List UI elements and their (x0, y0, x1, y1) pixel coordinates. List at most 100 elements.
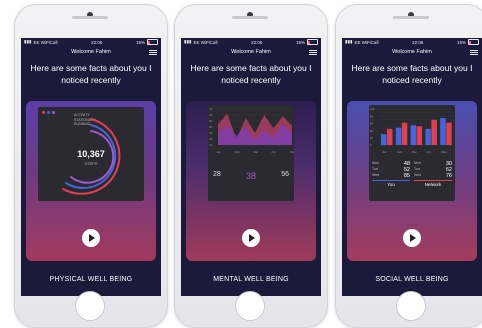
you-column: Mon 48 Tue 52 Wed 85 You (372, 161, 410, 187)
x-tick-label: Apr (426, 150, 431, 154)
phone-social: ▮▮▮ EE WiFiCall 22:06 15% Welcome Fahim H… (335, 4, 482, 328)
mood-panel: 70 60 50 40 30 20 10Jan Feb Mar Apr May 28 38 56 (208, 105, 294, 201)
you-label: You (387, 182, 395, 187)
status-bar: ▮▮▮ EE WiFiCall 22:06 15% (181, 38, 321, 46)
screen: ▮▮▮ EE WiFiCall 22:06 15% Welcome Fahim H… (181, 38, 321, 296)
section-title: SOCIAL WELL BEING (375, 276, 449, 283)
clock: 22:06 (91, 39, 103, 45)
battery-icon (467, 39, 479, 45)
y-tick-label: 60 (370, 122, 374, 126)
play-button[interactable] (82, 229, 100, 247)
y-tick-label: 100 (370, 107, 375, 111)
network-day: Wed (414, 173, 422, 177)
steps-panel: ACTIVITY STATIONARY RUNNING 10,367 STEPS (38, 107, 144, 201)
network-value: 76 (445, 173, 452, 179)
x-tick-label: Feb (235, 150, 241, 154)
network-column: Mon 30 Tue 62 Wed 76 Network (414, 161, 452, 187)
menu-icon[interactable] (470, 48, 478, 56)
status-bar: ▮▮▮ EE WiFiCall 22:06 15% (21, 38, 161, 46)
screen: ▮▮▮ EE WiFiCall 22:06 15% Welcome Fahim H… (21, 38, 161, 296)
x-tick-label: Jan (382, 150, 387, 154)
steps-unit: STEPS (84, 161, 98, 166)
y-tick-label: 0 (370, 143, 372, 147)
battery-percent: 15% (295, 39, 305, 45)
fact-card: 100 80 60 40 20 0 Jan Feb Mar Apr May Mon 48 Tue 52 … (347, 101, 477, 261)
bar (425, 128, 431, 145)
home-button[interactable] (235, 291, 265, 321)
bar (440, 118, 446, 145)
x-tick-label: Apr (272, 150, 277, 154)
x-tick-label: Jan (216, 150, 221, 154)
score-mid: 38 (245, 171, 256, 181)
section-title: PHYSICAL WELL BEING (49, 276, 133, 283)
network-label: Network (424, 182, 442, 187)
signal-icon: ▮▮▮ (345, 39, 353, 44)
signal-icon: ▮▮▮ (24, 39, 32, 44)
speaker (72, 16, 108, 19)
header: Welcome Fahim (21, 46, 161, 58)
x-tick-label: Mar (412, 150, 417, 154)
carrier: EE WiFiCall (33, 39, 58, 45)
y-tick-label: 60 (209, 113, 213, 117)
phone-physical: ▮▮▮ EE WiFiCall 22:06 15% Welcome Fahim H… (14, 4, 168, 328)
x-tick-label: Mar (253, 150, 258, 154)
speaker (393, 16, 429, 19)
steps-value: 10,367 (77, 149, 105, 159)
bar (416, 126, 423, 145)
play-button[interactable] (242, 229, 260, 247)
mood-area-chart: 70 60 50 40 30 20 10Jan Feb Mar Apr May (209, 107, 294, 154)
speaker (232, 16, 268, 19)
header-title: Welcome Fahim (231, 49, 271, 55)
battery-percent: 15% (456, 39, 466, 45)
header: Welcome Fahim (181, 46, 321, 58)
fact-card: ACTIVITY STATIONARY RUNNING 10,367 STEPS (26, 101, 156, 261)
header: Welcome Fahim (342, 46, 482, 58)
signal-icon: ▮▮▮ (184, 39, 192, 44)
score-low: 28 (213, 171, 221, 178)
clock: 22:06 (412, 39, 424, 45)
you-row: Wed 85 (372, 173, 410, 179)
y-tick-label: 40 (370, 129, 374, 133)
y-tick-label: 40 (209, 125, 213, 129)
clock: 22:06 (251, 39, 263, 45)
fact-card: 70 60 50 40 30 20 10Jan Feb Mar Apr May 28 38 56 (186, 101, 316, 261)
y-tick-label: 50 (209, 119, 213, 123)
you-value: 85 (403, 173, 410, 179)
social-panel: 100 80 60 40 20 0 Jan Feb Mar Apr May Mon 48 Tue 52 … (369, 105, 455, 201)
you-underline (372, 180, 410, 181)
bar (381, 134, 387, 145)
bar (401, 122, 408, 145)
y-tick-label: 80 (370, 114, 374, 118)
headline: Here are some facts about you I noticed … (30, 63, 152, 85)
network-underline (414, 180, 452, 181)
headline: Here are some facts about you I noticed … (190, 63, 312, 85)
x-tick-label: May (290, 150, 294, 154)
menu-icon[interactable] (309, 48, 317, 56)
y-tick-label: 10 (209, 143, 213, 147)
bar (395, 127, 402, 145)
status-bar: ▮▮▮ EE WiFiCall 22:06 15% (342, 38, 482, 46)
header-title: Welcome Fahim (71, 49, 111, 55)
mood-scores: 28 38 56 (208, 171, 294, 181)
phone-mental: ▮▮▮ EE WiFiCall 22:06 15% Welcome Fahim H… (174, 4, 328, 328)
y-tick-label: 20 (209, 137, 213, 141)
x-tick-label: Feb (397, 150, 403, 154)
network-row: Wed 76 (414, 173, 452, 179)
y-tick-label: 30 (209, 131, 213, 135)
home-button[interactable] (396, 291, 426, 321)
bar (387, 128, 393, 145)
battery-percent: 15% (135, 39, 145, 45)
you-day: Wed (372, 173, 380, 177)
header-title: Welcome Fahim (392, 49, 432, 55)
battery-icon (306, 39, 318, 45)
carrier: EE WiFiCall (354, 39, 379, 45)
menu-icon[interactable] (149, 48, 157, 56)
bar (410, 125, 417, 145)
home-button[interactable] (75, 291, 105, 321)
play-button[interactable] (403, 229, 421, 247)
score-high: 56 (281, 171, 289, 178)
carrier: EE WiFiCall (193, 39, 218, 45)
x-tick-label: May (441, 150, 447, 154)
y-tick-label: 20 (370, 136, 374, 140)
social-bar-chart: 100 80 60 40 20 0 Jan Feb Mar Apr May (370, 107, 453, 154)
